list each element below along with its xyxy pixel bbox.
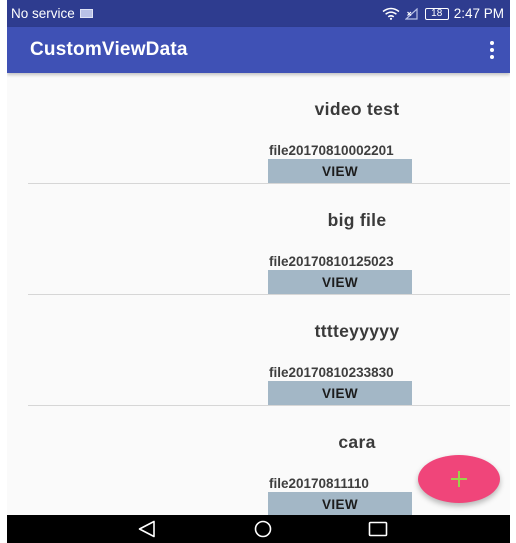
item-file-name: file20170810125023 <box>269 254 394 269</box>
home-icon[interactable] <box>252 520 274 538</box>
overflow-dot <box>490 41 494 45</box>
app-bar: CustomViewData <box>7 27 510 73</box>
view-button[interactable]: VIEW <box>268 159 412 183</box>
view-button[interactable]: VIEW <box>268 381 412 405</box>
add-fab-button[interactable] <box>418 455 500 503</box>
status-left: No service <box>11 6 93 21</box>
wifi-icon <box>382 7 400 20</box>
overflow-dot <box>490 48 494 52</box>
item-file-name: file20170811110 <box>269 476 369 491</box>
plus-icon <box>451 471 467 487</box>
status-bar: No service 18 2:47 PM <box>7 0 510 27</box>
item-title: cara <box>338 432 376 452</box>
view-button[interactable]: VIEW <box>268 492 412 515</box>
battery-icon: 18 <box>424 7 449 20</box>
status-right: 18 2:47 PM <box>382 6 504 21</box>
back-icon[interactable] <box>136 520 158 538</box>
item-file-name: file20170810233830 <box>269 365 394 380</box>
item-title: big file <box>327 210 387 230</box>
view-button[interactable]: VIEW <box>268 270 412 294</box>
overflow-dot <box>490 55 494 59</box>
list-item: video test file20170810002201 VIEW <box>7 73 510 184</box>
navigation-bar <box>7 515 510 543</box>
item-title: tttteyyyyy <box>314 321 400 341</box>
clock-text: 2:47 PM <box>453 6 504 21</box>
list-item: big file file20170810125023 VIEW <box>7 184 510 295</box>
overflow-menu-icon[interactable] <box>484 38 500 62</box>
app-title: CustomViewData <box>30 39 188 60</box>
signal-icon <box>404 7 418 20</box>
carrier-text: No service <box>11 6 75 21</box>
phone-screen: No service 18 2:47 PM CustomViewData vid… <box>7 0 510 543</box>
list-item: tttteyyyyy file20170810233830 VIEW <box>7 295 510 406</box>
item-file-name: file20170810002201 <box>269 143 394 158</box>
file-list[interactable]: video test file20170810002201 VIEW big f… <box>7 73 510 515</box>
recents-icon[interactable] <box>367 520 389 538</box>
sim-icon <box>79 9 93 18</box>
item-title: video test <box>314 99 400 119</box>
